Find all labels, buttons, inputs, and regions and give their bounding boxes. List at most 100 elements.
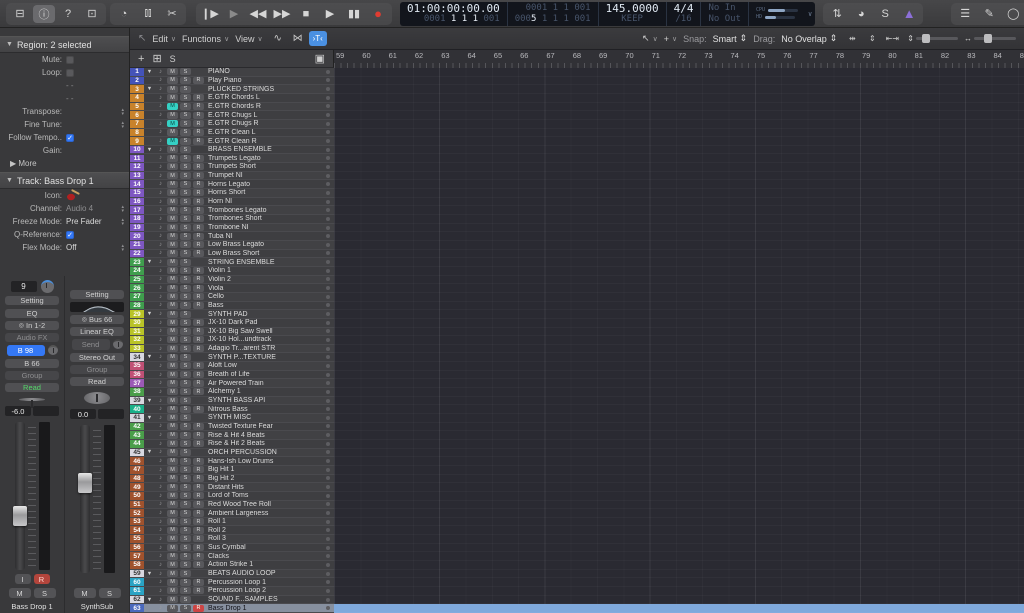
send-1-button[interactable]: B 98 [6,344,45,356]
track-solo-button[interactable]: S [180,172,191,180]
automation-mode-button[interactable]: Read [5,382,59,392]
track-mute-button[interactable]: M [167,457,178,465]
track-record-button[interactable]: R [193,509,204,517]
track-mute-button[interactable]: M [167,241,178,249]
functions-menu[interactable]: Functions ∨ [182,34,229,44]
track-record-button[interactable]: R [193,275,204,283]
plugin-slot-button[interactable]: Linear EQ [70,326,124,336]
track-record-button[interactable]: R [193,137,204,145]
track-solo-button[interactable]: S [180,284,191,292]
gain-value[interactable]: 9 [10,281,37,292]
track-solo-button[interactable]: S [180,249,191,257]
track-mute-button[interactable]: M [167,102,178,110]
track-header-15[interactable]: 15 ♪ M S R Horns Short [130,189,334,198]
track-solo-button[interactable]: S [180,397,191,405]
volume-fader[interactable] [77,425,92,573]
snap-select[interactable]: Smart ⇕ [713,33,748,44]
tempo-value[interactable]: 145.0000 [606,3,659,14]
track-mute-button[interactable]: M [167,483,178,491]
track-inspector-header[interactable]: ▼ Track: Bass Drop 1 [0,172,129,189]
send-2-button[interactable]: B 66 [5,358,59,368]
track-solo-button[interactable]: S [180,570,191,578]
track-header-44[interactable]: 44 ♪ M S R Rise & Hit 2 Beats [130,439,334,449]
track-solo-button[interactable]: S [180,474,191,482]
track-header-41[interactable]: 41▼♪MSRSYNTH MISC [130,414,334,423]
track-record-button[interactable]: R [193,267,204,275]
track-icon-guitar[interactable] [66,188,82,201]
track-header-23[interactable]: 23▼♪MSRSTRING ENSEMBLE [130,258,334,267]
param-checkbox[interactable]: ✓ [66,133,74,142]
folder-disclosure-icon[interactable]: ▼ [144,259,155,265]
strip-name[interactable]: SynthSub [81,602,114,611]
quickhelp-icon[interactable]: ? [57,5,79,23]
track-solo-button[interactable]: S [180,336,191,344]
time-signature[interactable]: 4/4 [674,3,694,14]
disclosure-triangle-icon[interactable]: ▼ [6,41,13,48]
track-mute-button[interactable]: M [167,94,178,102]
track-solo-button[interactable]: S [180,345,191,353]
track-mute-button[interactable]: M [167,319,178,327]
track-mute-button[interactable]: M [167,379,178,387]
track-header-27[interactable]: 27 ♪ M S R Cello [130,292,334,302]
track-mute-button[interactable]: M [167,535,178,543]
master-solo-button[interactable]: S [170,54,176,64]
track-header-25[interactable]: 25 ♪ M S R Violin 2 [130,275,334,285]
track-solo-button[interactable]: S [180,120,191,128]
track-record-button[interactable]: R [193,111,204,119]
track-solo-button[interactable]: S [180,241,191,249]
horizontal-zoom-slider[interactable]: ↔ [964,34,1016,43]
pause-button[interactable]: ▮▮ [343,5,365,23]
track-header-20[interactable]: 20 ♪ M S R Tuba NI [130,232,334,241]
track-header-43[interactable]: 43 ♪ M S R Rise & Hit 4 Beats [130,431,334,440]
track-record-button[interactable]: R [193,345,204,353]
track-header-51[interactable]: 51 ♪ M S R Red Wood Tree Roll [130,500,334,510]
track-record-button[interactable]: R [193,163,204,171]
track-header-3[interactable]: 3▼♪MSRPLUCKED STRINGS [130,85,334,94]
track-solo-button[interactable]: S [180,405,191,413]
track-solo-button[interactable]: S [180,457,191,465]
track-header-60[interactable]: 60 ♪ M S R Percussion Loop 1 [130,578,334,588]
lcd-mode-chevron[interactable]: ∨ [805,2,815,26]
volume-fader[interactable] [12,422,27,570]
track-mute-button[interactable]: M [167,284,178,292]
track-header-7[interactable]: 7 ♪ M S R E.GTR Chugs R [130,119,334,129]
track-record-button[interactable]: R [193,180,204,188]
input-slot-button[interactable]: ◎ Bus 66 [70,314,124,324]
track-solo-button[interactable]: S [180,422,191,430]
track-header-4[interactable]: 4 ♪ M S R E.GTR Chords L [130,93,334,103]
view-menu[interactable]: View ∨ [235,34,262,44]
folder-disclosure-icon[interactable]: ▼ [144,86,155,92]
track-solo-button[interactable]: S [180,604,191,612]
track-record-button[interactable]: R [193,526,204,534]
volume-value[interactable]: 0.0 [70,409,96,419]
track-header-24[interactable]: 24 ♪ M S R Violin 1 [130,266,334,276]
track-header-39[interactable]: 39▼♪MSRSYNTH BASS API [130,396,334,406]
track-solo-button[interactable]: S [180,535,191,543]
track-record-button[interactable]: R [193,371,204,379]
track-header-62[interactable]: 62▼♪MSRSOUND F...SAMPLES [130,595,334,605]
track-mute-button[interactable]: M [167,422,178,430]
volume-value[interactable]: -6.0 [5,406,31,416]
strip-name[interactable]: Bass Drop 1 [11,602,52,611]
track-mute-button[interactable]: M [167,301,178,309]
track-solo-button[interactable]: S [180,526,191,534]
track-header-40[interactable]: 40 ♪ M S R Nitrous Bass [130,405,334,415]
track-mute-button[interactable]: M [167,249,178,257]
track-header-33[interactable]: 33 ♪ M S R Adagio Tr...arent STR [130,344,334,354]
lcd-tempo[interactable]: 145.0000 KEEP [599,1,667,26]
track-mute-button[interactable]: M [167,146,178,154]
track-mute-button[interactable]: M [167,388,178,396]
track-record-button[interactable]: R [193,405,204,413]
track-record-button[interactable]: R [193,388,204,396]
track-record-button[interactable]: R [193,102,204,110]
track-solo-button[interactable]: S [180,440,191,448]
lcd-display[interactable]: 01:00:00:00.00 0001 1 1 1 001 0001 1 1 0… [400,1,816,26]
track-record-button[interactable]: R [193,431,204,439]
track-solo-button[interactable]: S [180,414,191,422]
track-header-1[interactable]: 1▼♪MSRPIANO [130,68,334,77]
param-checkbox[interactable]: ✓ [66,230,74,239]
more-disclosure[interactable]: ▶ More [0,159,37,168]
track-record-button[interactable]: R [193,232,204,240]
track-mute-button[interactable]: M [167,76,178,84]
track-solo-button[interactable]: S [180,483,191,491]
